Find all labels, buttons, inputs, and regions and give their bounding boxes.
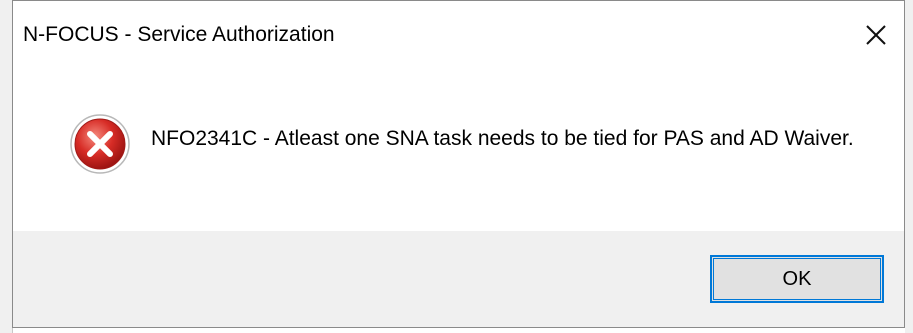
ok-button[interactable]: OK — [710, 255, 884, 303]
error-icon — [70, 114, 130, 174]
background-window-edge-right — [905, 0, 913, 333]
close-icon — [866, 25, 886, 45]
title-bar: N-FOCUS - Service Authorization — [13, 1, 904, 71]
message-dialog: N-FOCUS - Service Authorization NFO2341C… — [12, 0, 905, 328]
close-button[interactable] — [848, 9, 904, 61]
error-message: NFO2341C - Atleast one SNA task needs to… — [151, 127, 854, 150]
dialog-title: N-FOCUS - Service Authorization — [23, 23, 335, 46]
dialog-content: NFO2341C - Atleast one SNA task needs to… — [13, 71, 904, 231]
button-bar: OK — [13, 231, 904, 327]
